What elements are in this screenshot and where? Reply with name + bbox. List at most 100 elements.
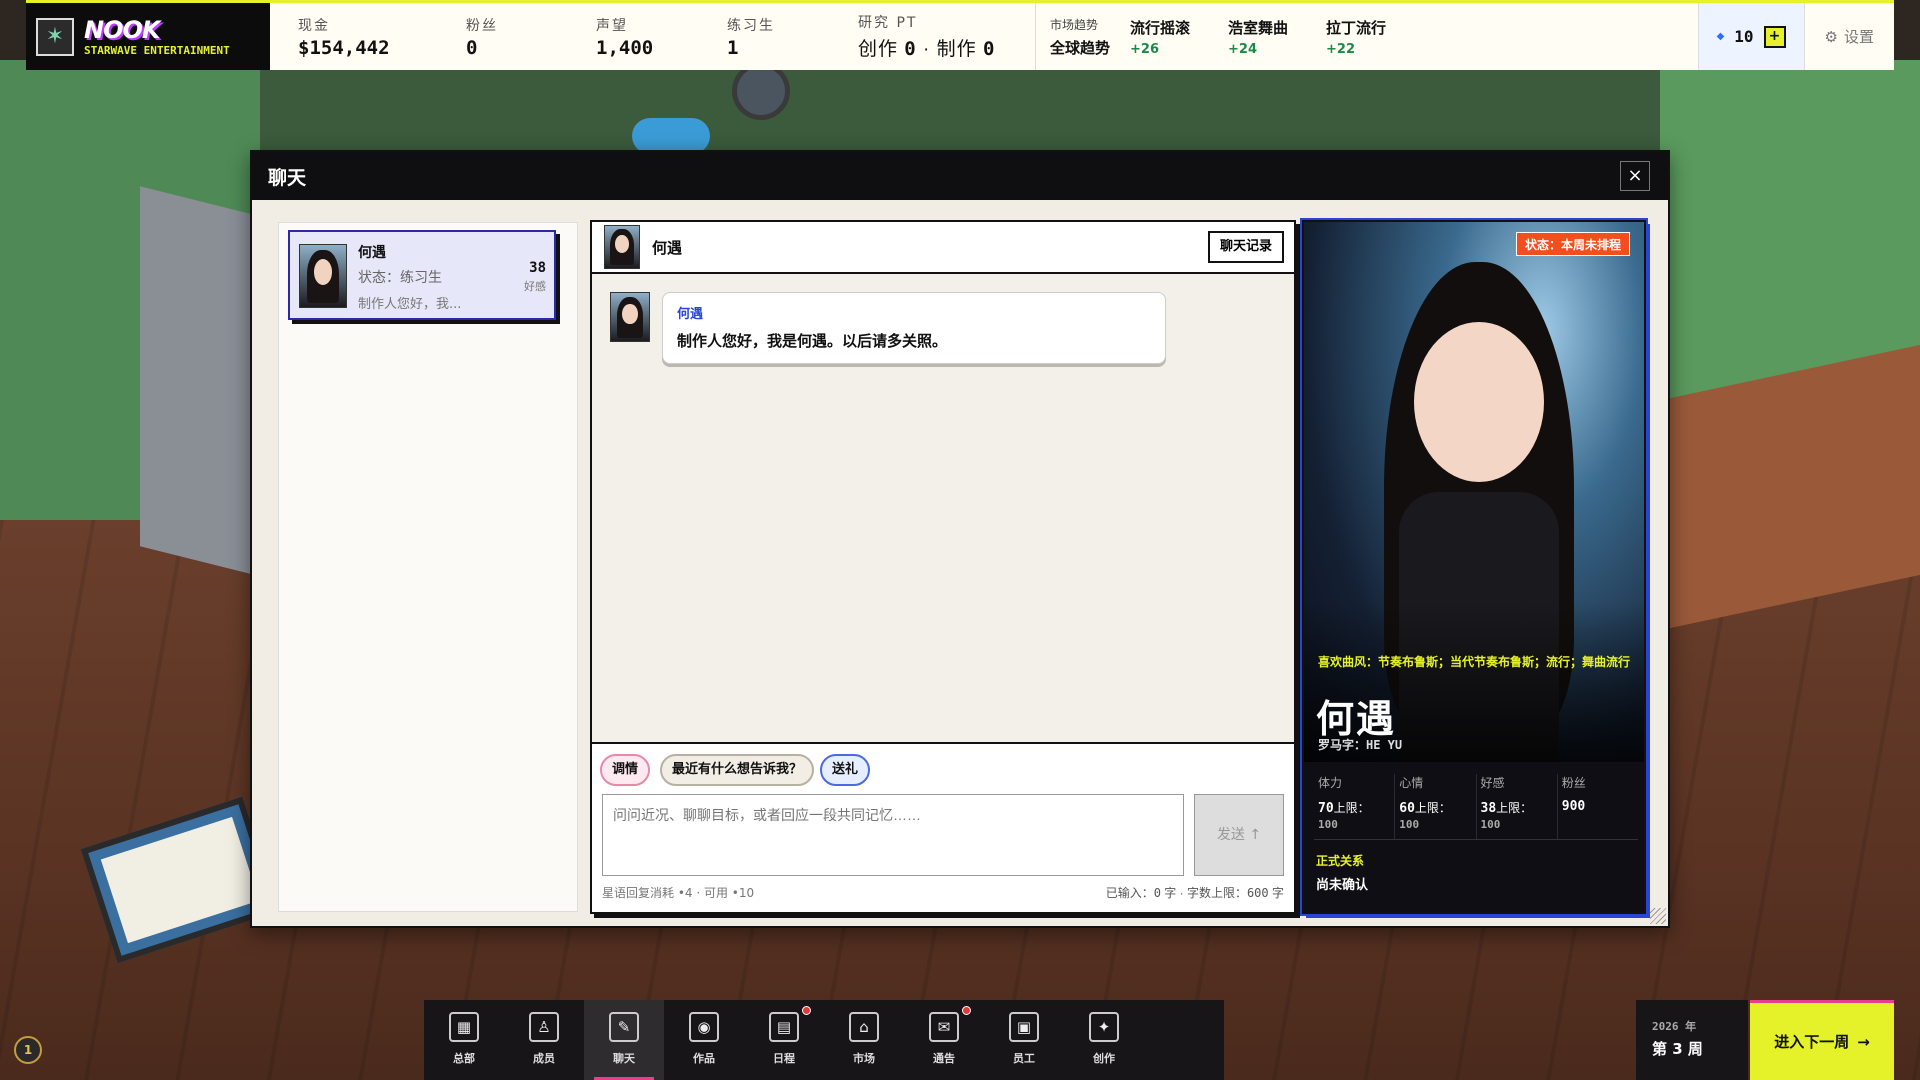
nav-notices[interactable]: ✉ 通告 [904,1000,984,1080]
nav-chat[interactable]: ✎ 聊天 [584,1000,664,1080]
research-stat: 研究 PT 创作 0 · 制作 0 [830,3,1035,70]
settings-button[interactable]: ⚙ 设置 [1803,3,1894,70]
trends-label: 市场趋势 [1050,17,1099,32]
affection-stat: 好感 38上限： 100 [1477,774,1558,839]
research-produce-value: 0 [982,38,996,60]
message-text: 制作人您好，我是何遇。以后请多关照。 [677,332,948,350]
trend-name: 浩室舞曲 [1228,18,1289,37]
affection-label: 好感 [524,280,546,293]
gear-icon: ⚙ [1824,27,1838,46]
nav-label: 成员 [533,1052,555,1065]
chat-pane: 何遇 聊天记录 何遇 制作人您好，我是何遇。以后请多关照。 调情 最近有什么想告… [590,220,1296,914]
fans-stat: 粉丝 0 [438,3,568,70]
message-bubble: 何遇 制作人您好，我是何遇。以后请多关照。 [662,292,1166,364]
nav-schedule[interactable]: ▤ 日程 [744,1000,824,1080]
send-button[interactable]: 发送 ↑ [1194,794,1284,876]
stat-value: 60 [1399,801,1415,816]
message-list[interactable]: 何遇 制作人您好，我是何遇。以后请多关照。 [592,274,1294,742]
favorite-genres: 喜欢曲风：节奏布鲁斯；当代节奏布鲁斯；流行；舞曲流行 [1318,655,1631,669]
stat-suffix: 上限： [1333,801,1370,815]
resize-grip-icon[interactable] [1650,908,1666,924]
idol-name: 何遇 [1316,697,1397,741]
calendar-icon: ▤ [769,1012,799,1042]
briefcase-icon: ▣ [1009,1012,1039,1042]
contact-status: 状态：练习生 [358,270,442,286]
fans-value: 0 [466,36,478,59]
message-sender: 何遇 [677,307,704,322]
nav-members[interactable]: ♙ 成员 [504,1000,584,1080]
stat-label: 心情 [1399,776,1424,790]
partner-name: 何遇 [652,238,683,257]
nav-create[interactable]: ✦ 创作 [1064,1000,1144,1080]
fans-count-stat: 粉丝 900 [1558,774,1638,839]
bookshelf [140,186,250,574]
game-date: 2026 年 第 3 周 [1636,1000,1748,1080]
nav-label: 市场 [853,1052,875,1065]
blue-barrel [632,118,710,154]
notice-icon: ✉ [929,1012,959,1042]
affection-value: 38 [529,260,546,276]
nav-label: 通告 [933,1052,955,1065]
close-button[interactable]: × [1620,161,1650,191]
stat-value: 38 [1480,801,1497,816]
disc-icon: ◉ [689,1012,719,1042]
trend-name: 流行摇滚 [1130,18,1191,37]
chat-history-button[interactable]: 聊天记录 [1207,231,1284,263]
nav-label: 员工 [1013,1052,1035,1065]
research-create-label: 创作 [858,39,899,60]
stat-max: 100 [1399,818,1420,831]
trainee-label: 练习生 [727,17,775,34]
reputation-label: 声望 [596,17,628,34]
add-credits-button[interactable]: + [1763,25,1786,48]
nav-label: 创作 [1093,1052,1115,1065]
ask-quick-reply[interactable]: 最近有什么想告诉我？ [660,754,815,786]
star-emblem-icon: ✶ [36,17,74,56]
idol-portrait [1304,222,1644,762]
next-week-label: 进入下一周 [1774,1033,1850,1051]
message-input[interactable] [602,794,1184,876]
stat-suffix: 上限： [1414,801,1451,815]
char-limit-value: 600 [1246,886,1269,900]
stat-max: 100 [1480,818,1501,831]
stamina-stat: 体力 70上限： 100 [1314,774,1396,839]
nav-label: 总部 [453,1052,475,1065]
compose-icon: ✦ [1089,1012,1119,1042]
char-count-value: 0 [1153,886,1161,900]
idol-stats: 体力 70上限： 100 心情 60上限： 100 好感 38上限： 100 粉… [1314,774,1638,840]
trainee-stat: 练习生 1 [699,3,830,70]
sender-avatar [610,292,650,342]
flirt-quick-reply[interactable]: 调情 [600,754,651,786]
partner-avatar [604,225,640,269]
nav-headquarters[interactable]: ▦ 总部 [424,1000,504,1080]
char-count: 已输入：0 字 · 字数上限：600 字 [1106,884,1284,901]
nav-staff[interactable]: ▣ 员工 [984,1000,1064,1080]
dialog-header: 聊天 × [252,152,1668,200]
contact-item[interactable]: 何遇 状态：练习生 制作人您好，我... 38 好感 [288,230,556,320]
building-icon: ▦ [449,1012,479,1042]
date-week: 第 3 周 [1652,1040,1703,1058]
char-count-unit: 字 · 字数上限： [1164,886,1247,900]
nav-works[interactable]: ◉ 作品 [664,1000,744,1080]
trend-item: 浩室舞曲 +24 [1228,17,1306,57]
market-icon: ⌂ [849,1012,879,1042]
company-logo: ✶ NOOK STARWAVE ENTERTAINMENT [26,3,270,70]
fans-label: 粉丝 [466,17,498,34]
next-week-button[interactable]: 进入下一周 → [1750,1000,1894,1080]
nav-market[interactable]: ⌂ 市场 [824,1000,904,1080]
notification-count-badge[interactable]: 1 [14,1036,42,1064]
stat-max: 100 [1318,818,1338,831]
schedule-status-badge: 状态：本周未排程 [1515,232,1630,256]
idol-profile-card: 状态：本周未排程 喜欢曲风：节奏布鲁斯；当代节奏布鲁斯；流行；舞曲流行 何遇 罗… [1302,220,1646,914]
research-values: 创作 0 · 制作 0 [858,38,996,60]
nav-label: 作品 [693,1052,715,1065]
brand-name: NOOK [84,16,160,44]
gift-quick-reply[interactable]: 送礼 [820,754,871,786]
chat-icon: ✎ [609,1012,639,1042]
cash-stat: 现金 $154,442 [270,3,438,70]
credits-value: 10 [1734,27,1754,46]
trend-item: 拉丁流行 +22 [1326,17,1404,57]
trend-name: 拉丁流行 [1326,18,1387,37]
notification-dot [802,1006,811,1015]
date-year: 2026 年 [1652,1020,1697,1033]
chat-header: 何遇 聊天记录 [592,222,1294,274]
